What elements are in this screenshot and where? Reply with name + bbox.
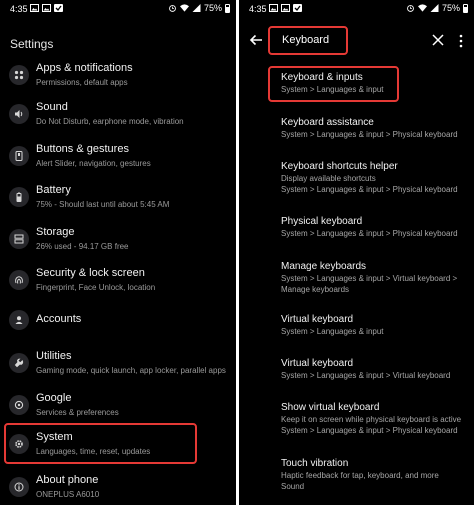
- system-highlight-box: [4, 423, 197, 464]
- search-result-virtual-keyboard[interactable]: Virtual keyboard System > Languages & in…: [281, 314, 470, 337]
- settings-item-subtitle: ONEPLUS A6010: [36, 490, 100, 499]
- result-path: System > Languages & input > Physical ke…: [281, 229, 458, 238]
- settings-item-title: Utilities: [36, 350, 72, 362]
- result-path: System > Languages & input: [281, 327, 384, 336]
- settings-item-subtitle: Gaming mode, quick launch, app locker, p…: [36, 366, 226, 375]
- settings-item-title: Sound: [36, 101, 68, 113]
- more-options-icon[interactable]: [459, 34, 463, 48]
- check-notification-icon: [54, 4, 63, 12]
- search-result-keyboard-shortcuts-helper[interactable]: Keyboard shortcuts helper Display availa…: [281, 161, 470, 195]
- result-title: Keyboard shortcuts helper: [281, 161, 398, 172]
- battery-icon: [9, 187, 29, 207]
- battery-percent: 75%: [203, 3, 222, 13]
- result-title: Virtual keyboard: [281, 314, 354, 325]
- alarm-icon: [169, 5, 176, 12]
- result-title: Physical keyboard: [281, 216, 363, 227]
- result-summary: Haptic feedback for tap, keyboard, and m…: [281, 471, 439, 480]
- settings-item-sound[interactable]: Sound Do Not Disturb, earphone mode, vib…: [0, 96, 236, 132]
- settings-item-subtitle: Permissions, default apps: [36, 78, 128, 87]
- info-icon: [9, 477, 29, 497]
- status-bar: 4:35 75%: [239, 0, 474, 18]
- result-path: System > Languages & input > Physical ke…: [281, 426, 458, 435]
- settings-item-storage[interactable]: Storage 26% used - 94.17 GB free: [0, 221, 236, 257]
- signal-icon: [430, 4, 439, 12]
- battery-status-icon: [463, 3, 468, 13]
- buttons-icon: [9, 146, 29, 166]
- search-result-touch-vibration[interactable]: Touch vibration Haptic feedback for tap,…: [281, 458, 470, 492]
- status-bar: 4:35 75%: [0, 0, 236, 18]
- search-result-show-virtual-keyboard[interactable]: Show virtual keyboard Keep it on screen …: [281, 402, 470, 436]
- result-title: Manage keyboards: [281, 261, 367, 272]
- settings-item-apps-notifications[interactable]: Apps & notifications Permissions, defaul…: [0, 57, 236, 93]
- result-path: System > Languages & input > Physical ke…: [281, 185, 458, 194]
- settings-item-buttons-gestures[interactable]: Buttons & gestures Alert Slider, navigat…: [0, 138, 236, 174]
- search-result-virtual-keyboard[interactable]: Virtual keyboard System > Languages & in…: [281, 358, 470, 381]
- back-arrow-icon[interactable]: [248, 32, 264, 48]
- accounts-icon: [9, 310, 29, 330]
- battery-status-icon: [225, 3, 230, 13]
- settings-item-title: Battery: [36, 184, 71, 196]
- settings-item-subtitle: 75% - Should last until about 5:45 AM: [36, 200, 170, 209]
- status-time: 4:35: [249, 4, 267, 14]
- settings-screen: 4:35 75% Settings Apps & notifications P…: [0, 0, 236, 505]
- close-icon[interactable]: [431, 33, 445, 47]
- settings-item-security-lock-screen[interactable]: Security & lock screen Fingerprint, Face…: [0, 262, 236, 298]
- settings-item-title: Buttons & gestures: [36, 143, 129, 155]
- result-title: Virtual keyboard: [281, 358, 354, 369]
- image-notification-icon: [42, 4, 51, 12]
- search-highlight-box: [268, 26, 348, 55]
- settings-item-title: Apps & notifications: [36, 62, 133, 74]
- result-path: Sound: [281, 482, 305, 491]
- fingerprint-icon: [9, 270, 29, 290]
- wifi-icon: [179, 4, 189, 12]
- settings-item-subtitle: 26% used - 94.17 GB free: [36, 242, 129, 251]
- settings-item-google[interactable]: Google Services & preferences: [0, 387, 236, 423]
- settings-item-title: Storage: [36, 226, 75, 238]
- search-screen: 4:35 75% Keyboard Keyboard & inputs Syst…: [239, 0, 474, 505]
- settings-item-utilities[interactable]: Utilities Gaming mode, quick launch, app…: [0, 345, 236, 381]
- page-title: Settings: [10, 37, 54, 51]
- settings-item-title: Accounts: [36, 313, 82, 325]
- settings-item-title: Security & lock screen: [36, 267, 145, 279]
- image-notification-icon: [269, 4, 278, 12]
- search-result-manage-keyboards[interactable]: Manage keyboards System > Languages & in…: [281, 261, 470, 295]
- result-path: System > Languages & input > Virtual key…: [281, 274, 458, 283]
- result-title: Touch vibration: [281, 458, 349, 469]
- battery-percent: 75%: [441, 3, 460, 13]
- settings-item-subtitle: Do Not Disturb, earphone mode, vibration: [36, 117, 184, 126]
- signal-icon: [192, 4, 201, 12]
- result-title: Show virtual keyboard: [281, 402, 380, 413]
- result-title: Keyboard assistance: [281, 117, 374, 128]
- settings-item-subtitle: Services & preferences: [36, 408, 119, 417]
- apps-icon: [9, 65, 29, 85]
- search-result-keyboard-assistance[interactable]: Keyboard assistance System > Languages &…: [281, 117, 470, 140]
- settings-item-title: Google: [36, 392, 72, 404]
- result-summary: Display available shortcuts: [281, 174, 376, 183]
- result-path: Manage keyboards: [281, 285, 350, 294]
- result-path: System > Languages & input > Virtual key…: [281, 371, 451, 380]
- sound-icon: [9, 104, 29, 124]
- settings-item-accounts[interactable]: Accounts: [0, 302, 236, 338]
- storage-icon: [9, 229, 29, 249]
- settings-item-battery[interactable]: Battery 75% - Should last until about 5:…: [0, 179, 236, 215]
- search-result-physical-keyboard[interactable]: Physical keyboard System > Languages & i…: [281, 216, 470, 239]
- image-notification-icon: [281, 4, 290, 12]
- image-notification-icon: [30, 4, 39, 12]
- alarm-icon: [407, 5, 414, 12]
- settings-item-subtitle: Alert Slider, navigation, gestures: [36, 159, 151, 168]
- google-icon: [9, 395, 29, 415]
- settings-item-title: About phone: [36, 474, 99, 486]
- wifi-icon: [417, 4, 427, 12]
- check-notification-icon: [293, 4, 302, 12]
- status-time: 4:35: [10, 4, 28, 14]
- utilities-icon: [9, 353, 29, 373]
- settings-item-about-phone[interactable]: About phone ONEPLUS A6010: [0, 469, 236, 505]
- result-highlight-box: [268, 66, 399, 102]
- settings-item-subtitle: Fingerprint, Face Unlock, location: [36, 283, 156, 292]
- result-summary: Keep it on screen while physical keyboar…: [281, 415, 462, 424]
- result-path: System > Languages & input > Physical ke…: [281, 130, 458, 139]
